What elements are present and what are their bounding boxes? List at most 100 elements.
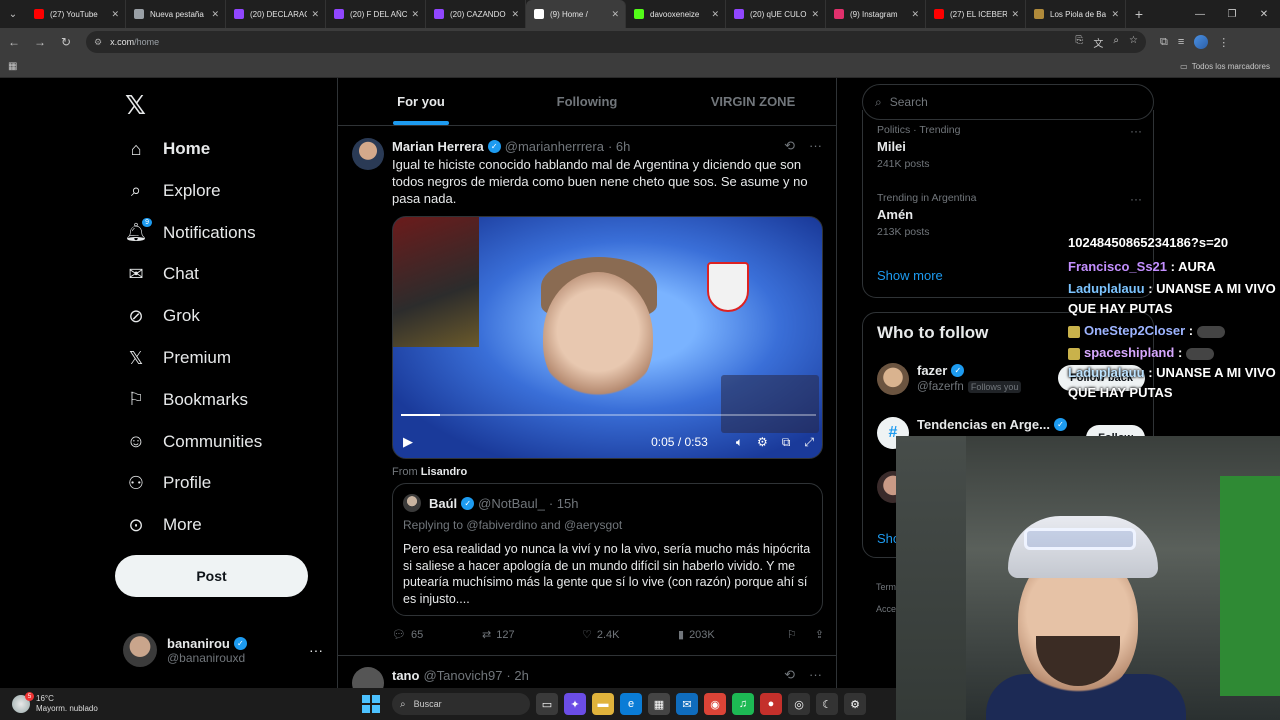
minimize-icon[interactable]: — <box>1184 0 1216 28</box>
close-tab-icon[interactable]: ✕ <box>411 9 419 20</box>
browser-tab[interactable]: (9) Instagram ✕ <box>826 0 926 28</box>
nav-item-profile[interactable]: ⚇ Profile <box>125 468 211 498</box>
close-tab-icon[interactable]: ✕ <box>811 9 819 20</box>
nav-item-premium[interactable]: 𝕏 Premium <box>125 343 231 373</box>
close-tab-icon[interactable]: ✕ <box>611 9 619 20</box>
close-tab-icon[interactable]: ✕ <box>211 9 219 20</box>
video-source-user[interactable]: Lisandro <box>421 466 467 478</box>
nav-item-explore[interactable]: ⌕ Explore <box>125 176 221 206</box>
close-tab-icon[interactable]: ✕ <box>711 9 719 20</box>
avatar[interactable] <box>352 138 384 170</box>
reply-user-link[interactable]: @fabiverdino <box>466 518 537 532</box>
close-tab-icon[interactable]: ✕ <box>1011 9 1019 20</box>
grok-icon[interactable]: ⟲ <box>784 667 795 683</box>
more-dots-icon[interactable]: ··· <box>309 642 323 658</box>
nav-item-more[interactable]: ⊙ More <box>125 510 201 540</box>
translate-icon[interactable]: 文 <box>1093 35 1103 50</box>
recording-app-icon[interactable]: ● <box>760 693 782 715</box>
browser-tab[interactable]: (20) CAZANDO ✕ <box>426 0 526 28</box>
nav-item-communities[interactable]: ☺ Communities <box>125 427 262 457</box>
menu-icon[interactable]: ⋮ <box>1218 36 1229 49</box>
close-window-icon[interactable]: ✕ <box>1248 0 1280 28</box>
browser-tab[interactable]: (20) qUE CULO ✕ <box>726 0 826 28</box>
task-view-icon[interactable]: ▭ <box>536 693 558 715</box>
all-bookmarks[interactable]: ▭ Todos los marcadores <box>1180 62 1270 71</box>
terms-link[interactable]: Term <box>876 576 896 598</box>
close-tab-icon[interactable]: ✕ <box>511 9 519 20</box>
tweet-author-name[interactable]: tano <box>392 668 419 683</box>
search-input[interactable]: ⌕ Search <box>862 84 1154 120</box>
media-icon[interactable]: ≡ <box>1178 36 1184 48</box>
tab-search-icon[interactable]: ⌄ <box>0 0 26 28</box>
tweet-author-handle[interactable]: @marianherrrera <box>505 139 604 154</box>
close-tab-icon[interactable]: ✕ <box>911 9 919 20</box>
nav-item-bookmarks[interactable]: ⚐ Bookmarks <box>125 385 248 415</box>
grok-icon[interactable]: ⟲ <box>784 138 795 154</box>
app-icon[interactable]: ⚙ <box>844 693 866 715</box>
volume-icon[interactable]: 🔈︎ <box>736 435 743 450</box>
more-dots-icon[interactable]: ··· <box>809 667 822 683</box>
reload-icon[interactable]: ↻ <box>54 30 78 54</box>
share-icon[interactable]: ⇪ <box>815 628 824 641</box>
post-button[interactable]: Post <box>115 555 308 597</box>
browser-tab[interactable]: Los Piola de Ba ✕ <box>1026 0 1126 28</box>
tweet-author-handle[interactable]: @Tanovich97 <box>423 668 502 683</box>
star-icon[interactable]: ☆ <box>1129 35 1138 50</box>
nav-item-chat[interactable]: ✉ Chat <box>125 259 198 289</box>
spotify-icon[interactable]: ♫ <box>732 693 754 715</box>
video-progress-bar[interactable] <box>401 414 816 416</box>
copilot-icon[interactable]: ✦ <box>564 693 586 715</box>
back-icon[interactable]: ← <box>2 30 26 54</box>
windows-start-icon[interactable] <box>362 695 380 713</box>
new-tab-button[interactable]: + <box>1126 6 1152 22</box>
nav-item-home[interactable]: ⌂ Home <box>125 134 211 164</box>
trend-item[interactable]: Politics · Trending Milei 241K posts ··· <box>877 124 1142 170</box>
more-dots-icon[interactable]: ··· <box>1130 192 1142 206</box>
restore-icon[interactable]: ❐ <box>1216 0 1248 28</box>
tweet[interactable]: Marian Herrera ✓ @marianherrrera · 6h ⟲ … <box>338 126 836 656</box>
tab-for-you[interactable]: For you <box>338 78 504 125</box>
extensions-icon[interactable]: ⧉ <box>1160 36 1168 49</box>
app-icon[interactable]: ☾ <box>816 693 838 715</box>
repost-button[interactable]: ⇄ 127 <box>482 628 582 642</box>
browser-tab[interactable]: (27) EL ICEBER ✕ <box>926 0 1026 28</box>
nav-item-notifications[interactable]: 🔔︎ 9 Notifications <box>125 217 256 248</box>
show-more-link[interactable]: Show more <box>877 268 943 283</box>
store-icon[interactable]: ▦ <box>648 693 670 715</box>
account-switcher[interactable]: bananirou ✓ @bananirouxd ··· <box>123 630 323 670</box>
fullscreen-icon[interactable]: ⤢ <box>804 435 814 450</box>
more-dots-icon[interactable]: ··· <box>1130 124 1142 138</box>
tweet-time[interactable]: · 2h <box>506 668 528 683</box>
chrome-icon[interactable]: ◉ <box>704 693 726 715</box>
video-player[interactable]: ▶ 0:05 / 0:53 🔈︎ ⚙ ⧉ ⤢ <box>392 216 823 459</box>
nav-item-grok[interactable]: ⊘ Grok <box>125 301 199 331</box>
edge-icon[interactable]: e <box>620 693 642 715</box>
tweet-author-name[interactable]: Marian Herrera <box>392 139 484 154</box>
views-button[interactable]: ▮ 203K <box>678 628 778 642</box>
forward-icon[interactable]: → <box>28 30 52 54</box>
outlook-icon[interactable]: ✉ <box>676 693 698 715</box>
accessibility-link[interactable]: Acce <box>876 598 896 620</box>
avatar[interactable] <box>352 667 384 688</box>
close-tab-icon[interactable]: ✕ <box>1111 9 1119 20</box>
tweet[interactable]: tano @Tanovich97 · 2h ⟲ ··· <box>338 657 836 688</box>
quoted-tweet[interactable]: Baúl ✓ @NotBaul_ · 15h Replying to @fabi… <box>392 483 823 616</box>
browser-tab[interactable]: davooxeneize ✕ <box>626 0 726 28</box>
tab-following[interactable]: Following <box>504 78 670 125</box>
file-explorer-icon[interactable]: ▬ <box>592 693 614 715</box>
weather-widget[interactable]: 5 16°C Mayorm. nublado <box>12 692 98 714</box>
browser-tab[interactable]: (20) F DEL AÑC ✕ <box>326 0 426 28</box>
settings-icon[interactable]: ⚙ <box>757 435 768 449</box>
profile-avatar[interactable] <box>1194 35 1209 49</box>
install-icon[interactable]: ⎘ <box>1075 35 1083 50</box>
tab-virgin-zone[interactable]: VIRGIN ZONE <box>670 78 836 125</box>
browser-tab[interactable]: (20) DECLARAC ✕ <box>226 0 326 28</box>
reply-user-link[interactable]: @aerysgot <box>564 518 622 532</box>
address-bar[interactable]: ⚙ x.com/home ⎘ 文 ⌕ ☆ <box>86 31 1146 53</box>
apps-icon[interactable]: ▦ <box>8 61 17 72</box>
zoom-icon[interactable]: ⌕ <box>1113 35 1119 50</box>
play-icon[interactable]: ▶ <box>403 434 413 450</box>
reply-button[interactable]: 💬︎ 65 <box>392 628 482 642</box>
browser-tab[interactable]: Nueva pestaña ✕ <box>126 0 226 28</box>
browser-tab[interactable]: (9) Home / ✕ <box>526 0 626 28</box>
